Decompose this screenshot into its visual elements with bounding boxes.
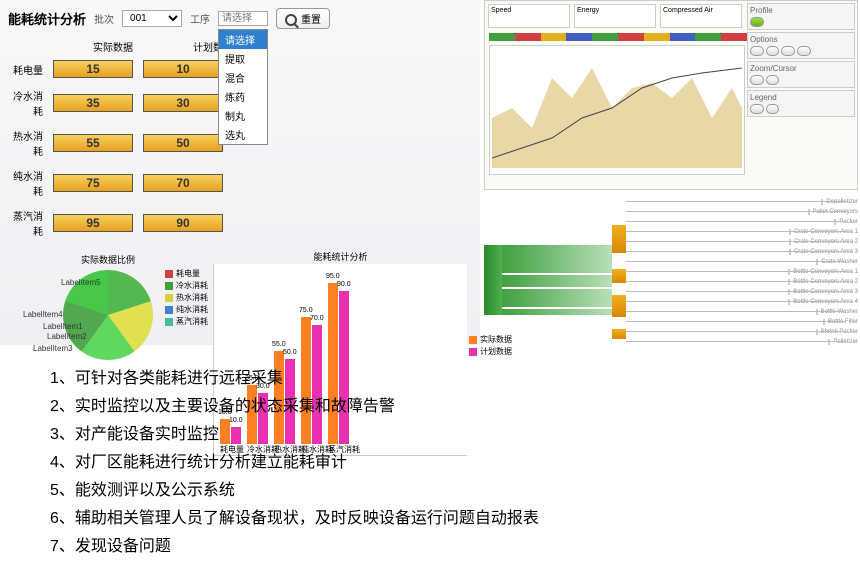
plan-value: 10 [143,60,223,78]
bullet-item: 5、能效测评以及公示系统 [50,477,539,505]
metric-label: 热水消耗 [8,128,43,158]
batch-label: 批次 [94,11,114,26]
process-label: 工序 [190,11,210,26]
plan-value: 90 [143,214,223,232]
actual-value: 95 [53,214,133,232]
profile-button[interactable] [750,17,764,27]
trend-chart [489,45,745,175]
option-button[interactable] [750,46,764,56]
sankey-end: Shrink Packer [816,329,858,335]
sankey-end: Bottle Conveyors Area 2 [788,279,858,285]
process-option[interactable]: 请选择 [219,30,267,49]
plan-value: 50 [143,134,223,152]
legend-item [766,104,780,114]
sankey-node [612,295,626,317]
bullet-item: 6、辅助相关管理人员了解设备现状，及时反映设备运行问题自动报表 [50,505,539,533]
sankey-end: Depalletizer [821,199,858,205]
color-bar [489,33,747,41]
plan-value: 70 [143,174,223,192]
legend-item [750,104,764,114]
col-header-actual: 实际数据 [73,39,153,54]
feature-list: 1、可针对各类能耗进行远程采集2、实时监控以及主要设备的状态采集和故障告警3、对… [50,365,539,561]
reset-button[interactable]: 重置 [276,8,330,29]
metric-row: 蒸汽消耗 95 90 [8,208,472,238]
sankey-end: Bottle Conveyors Area 3 [788,289,858,295]
legend-item: 蒸汽消耗 [165,316,208,328]
process-input[interactable] [218,11,268,26]
legend-item: 纯水消耗 [165,304,208,316]
speed-box: Speed [488,4,570,28]
energy-panel: 能耗统计分析 批次 001 工序 请选择 提取 混合 炼药 制丸 选丸 重置 实… [0,0,480,345]
zoom-button[interactable] [766,75,780,85]
actual-value: 35 [53,94,133,112]
bullet-item: 1、可针对各类能耗进行远程采集 [50,365,539,393]
batch-select[interactable]: 001 [122,10,182,27]
sankey-node [612,225,626,253]
sankey-end: Bottle Filler [823,319,858,325]
bullet-item: 2、实时监控以及主要设备的状态采集和故障告警 [50,393,539,421]
sankey-end: Bottle Conveyors Area 4 [788,299,858,305]
pie-title: 实际数据比例 [8,253,208,266]
sankey-end: Crate Conveyors Area 3 [789,249,858,255]
option-button[interactable] [797,46,811,56]
legend-item: 耗电量 [165,268,208,280]
process-dropdown[interactable]: 请选择 提取 混合 炼药 制丸 选丸 [218,11,268,26]
process-option[interactable]: 选丸 [219,125,267,144]
legend-item: 热水消耗 [165,292,208,304]
metric-label: 蒸汽消耗 [8,208,43,238]
side-panel: Profile Options Zoom/Cursor Legend [747,3,855,117]
bullet-item: 7、发现设备问题 [50,533,539,561]
sankey-end: Crate Conveyors Area 1 [789,229,858,235]
sankey-end: Bottle Washer [816,309,858,315]
actual-value: 75 [53,174,133,192]
bullet-item: 3、对产能设备实时监控 [50,421,539,449]
sankey-source [484,245,502,315]
bar-title: 能耗统计分析 [313,250,367,263]
header: 能耗统计分析 批次 001 工序 请选择 提取 混合 炼药 制丸 选丸 重置 [8,8,472,29]
sankey-end: Crate Washer [816,259,858,265]
pie-chart: LabelItem5 LabelItem4 LabelItem1 LabelIt… [63,270,153,360]
metric-label: 纯水消耗 [8,168,43,198]
metric-label: 耗电量 [8,62,43,77]
energy-box: Energy [574,4,656,28]
process-menu: 请选择 提取 混合 炼药 制丸 选丸 [218,29,268,145]
process-option[interactable]: 炼药 [219,87,267,106]
actual-value: 55 [53,134,133,152]
sankey-node [612,329,626,339]
actual-value: 15 [53,60,133,78]
sankey-diagram: Depalletizer Pallet Conveyors Packer Crate … [484,195,858,360]
sankey-end: Pallet Conveyors [808,209,858,215]
sankey-node [612,269,626,283]
plan-value: 30 [143,94,223,112]
sankey-end: Crate Conveyors Area 2 [789,239,858,245]
process-option[interactable]: 制丸 [219,106,267,125]
page-title: 能耗统计分析 [8,9,86,28]
sankey-end: Packer [834,219,858,225]
pie-legend: 耗电量冷水消耗热水消耗纯水消耗蒸汽消耗 [165,268,208,328]
option-button[interactable] [766,46,780,56]
sankey-end: Bottle Conveyors Area 1 [788,269,858,275]
option-button[interactable] [781,46,795,56]
air-box: Compressed Air [660,4,742,28]
legend-item: 冷水消耗 [165,280,208,292]
metric-row: 纯水消耗 75 70 [8,168,472,198]
process-option[interactable]: 提取 [219,49,267,68]
process-option[interactable]: 混合 [219,68,267,87]
zoom-button[interactable] [750,75,764,85]
sankey-end: Palletizer [828,339,858,345]
bullet-item: 4、对厂区能耗进行统计分析建立能耗审计 [50,449,539,477]
trend-panel: Speed Energy Compressed Air Profile Opti… [484,0,858,190]
metric-label: 冷水消耗 [8,88,43,118]
search-icon [285,14,297,26]
